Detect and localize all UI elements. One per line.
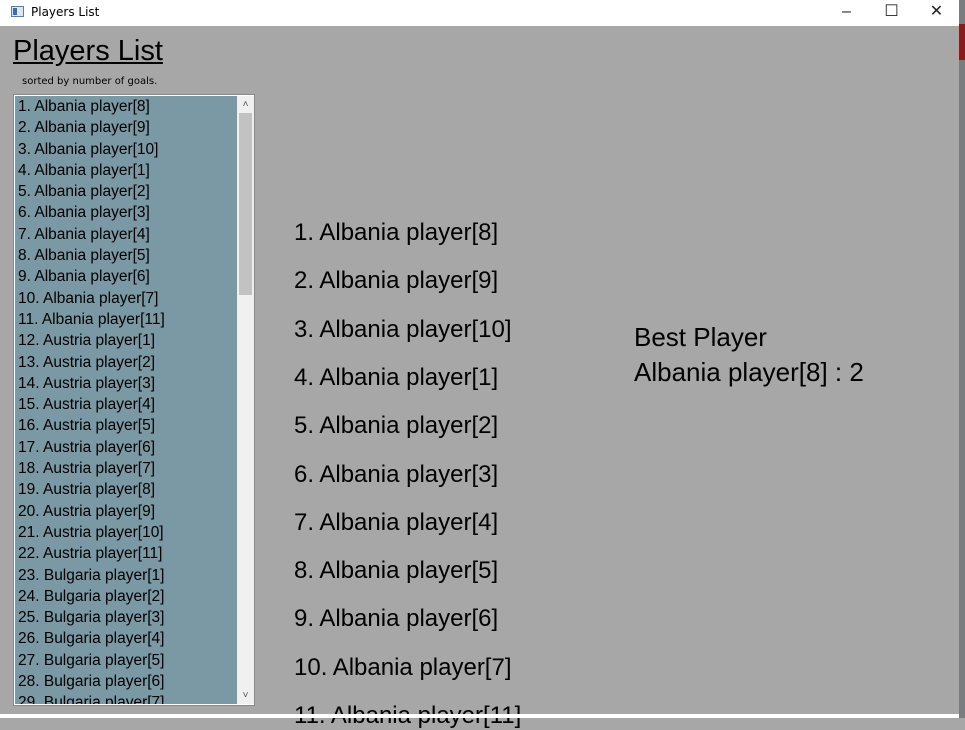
listbox-item[interactable]: 15. Austria player[4] — [15, 394, 237, 415]
scroll-down-arrow-icon[interactable]: ˅ — [237, 687, 254, 704]
listbox-item[interactable]: 2. Albania player[9] — [15, 117, 237, 138]
listbox-item[interactable]: 23. Bulgaria player[1] — [15, 565, 237, 586]
listbox-item[interactable]: 21. Austria player[10] — [15, 522, 237, 543]
listbox-item[interactable]: 11. Albania player[11] — [15, 309, 237, 330]
bottom-edge — [0, 714, 959, 718]
listbox-item[interactable]: 10. Albania player[7] — [15, 288, 237, 309]
listbox-item[interactable]: 22. Austria player[11] — [15, 543, 237, 564]
players-listbox-items[interactable]: 1. Albania player[8] 2. Albania player[9]… — [15, 96, 237, 704]
listbox-item[interactable]: 19. Austria player[8] — [15, 479, 237, 500]
scrollbar-thumb[interactable] — [239, 113, 252, 295]
main-list-item: 9. Albania player[6] — [294, 605, 499, 633]
main-list-item: 5. Albania player[2] — [294, 412, 499, 440]
scroll-up-arrow-icon[interactable]: ˄ — [237, 96, 254, 113]
best-player-label: Best Player — [634, 322, 767, 352]
page-title: Players List — [13, 35, 163, 67]
main-list-item: 8. Albania player[5] — [294, 557, 499, 585]
listbox-item[interactable]: 24. Bulgaria player[2] — [15, 586, 237, 607]
main-list-item: 1. Albania player[8] — [294, 219, 499, 246]
main-list-item: 4. Albania player[1] — [294, 363, 499, 391]
listbox-item[interactable]: 6. Albania player[3] — [15, 202, 237, 223]
maximize-button[interactable]: ☐ — [869, 0, 914, 26]
players-listbox[interactable]: 1. Albania player[8] 2. Albania player[9]… — [13, 94, 255, 706]
listbox-item[interactable]: 14. Austria player[3] — [15, 373, 237, 394]
main-list-item: 7. Albania player[4] — [294, 508, 499, 536]
listbox-item[interactable]: 12. Austria player[1] — [15, 330, 237, 351]
listbox-item[interactable]: 28. Bulgaria player[6] — [15, 671, 237, 692]
close-button[interactable]: ✕ — [914, 0, 959, 26]
page-subtitle: sorted by number of goals. — [22, 76, 158, 87]
listbox-item[interactable]: 4. Albania player[1] — [15, 160, 237, 181]
main-list-item: 10. Albania player[7] — [294, 653, 512, 681]
listbox-item[interactable]: 20. Austria player[9] — [15, 501, 237, 522]
listbox-item[interactable]: 1. Albania player[8] — [15, 96, 237, 117]
main-list-item: 2. Albania player[9] — [294, 267, 499, 295]
main-list-item: 3. Albania player[10] — [294, 315, 512, 343]
listbox-item[interactable]: 25. Bulgaria player[3] — [15, 607, 237, 628]
background-window-edge — [959, 0, 965, 718]
listbox-item[interactable]: 3. Albania player[10] — [15, 139, 237, 160]
listbox-item[interactable]: 8. Albania player[5] — [15, 245, 237, 266]
window-title: Players List — [31, 5, 100, 19]
minimize-button[interactable]: – — [824, 0, 869, 26]
listbox-item[interactable]: 5. Albania player[2] — [15, 181, 237, 202]
listbox-item[interactable]: 29. Bulgaria player[7] — [15, 692, 237, 704]
main-list-item: 6. Albania player[3] — [294, 460, 499, 488]
main-content: Players List sorted by number of goals. … — [0, 26, 959, 729]
listbox-item[interactable]: 16. Austria player[5] — [15, 415, 237, 436]
listbox-item[interactable]: 9. Albania player[6] — [15, 266, 237, 287]
listbox-item[interactable]: 7. Albania player[4] — [15, 224, 237, 245]
best-player-value: Albania player[8] : 2 — [634, 357, 864, 387]
listbox-item[interactable]: 17. Austria player[6] — [15, 437, 237, 458]
listbox-item[interactable]: 26. Bulgaria player[4] — [15, 628, 237, 649]
app-icon — [11, 6, 24, 17]
window-titlebar[interactable]: Players List – ☐ ✕ — [0, 0, 965, 26]
listbox-item[interactable]: 18. Austria player[7] — [15, 458, 237, 479]
listbox-item[interactable]: 13. Austria player[2] — [15, 352, 237, 373]
listbox-scrollbar[interactable]: ˄ ˅ — [237, 96, 254, 704]
listbox-item[interactable]: 27. Bulgaria player[5] — [15, 650, 237, 671]
